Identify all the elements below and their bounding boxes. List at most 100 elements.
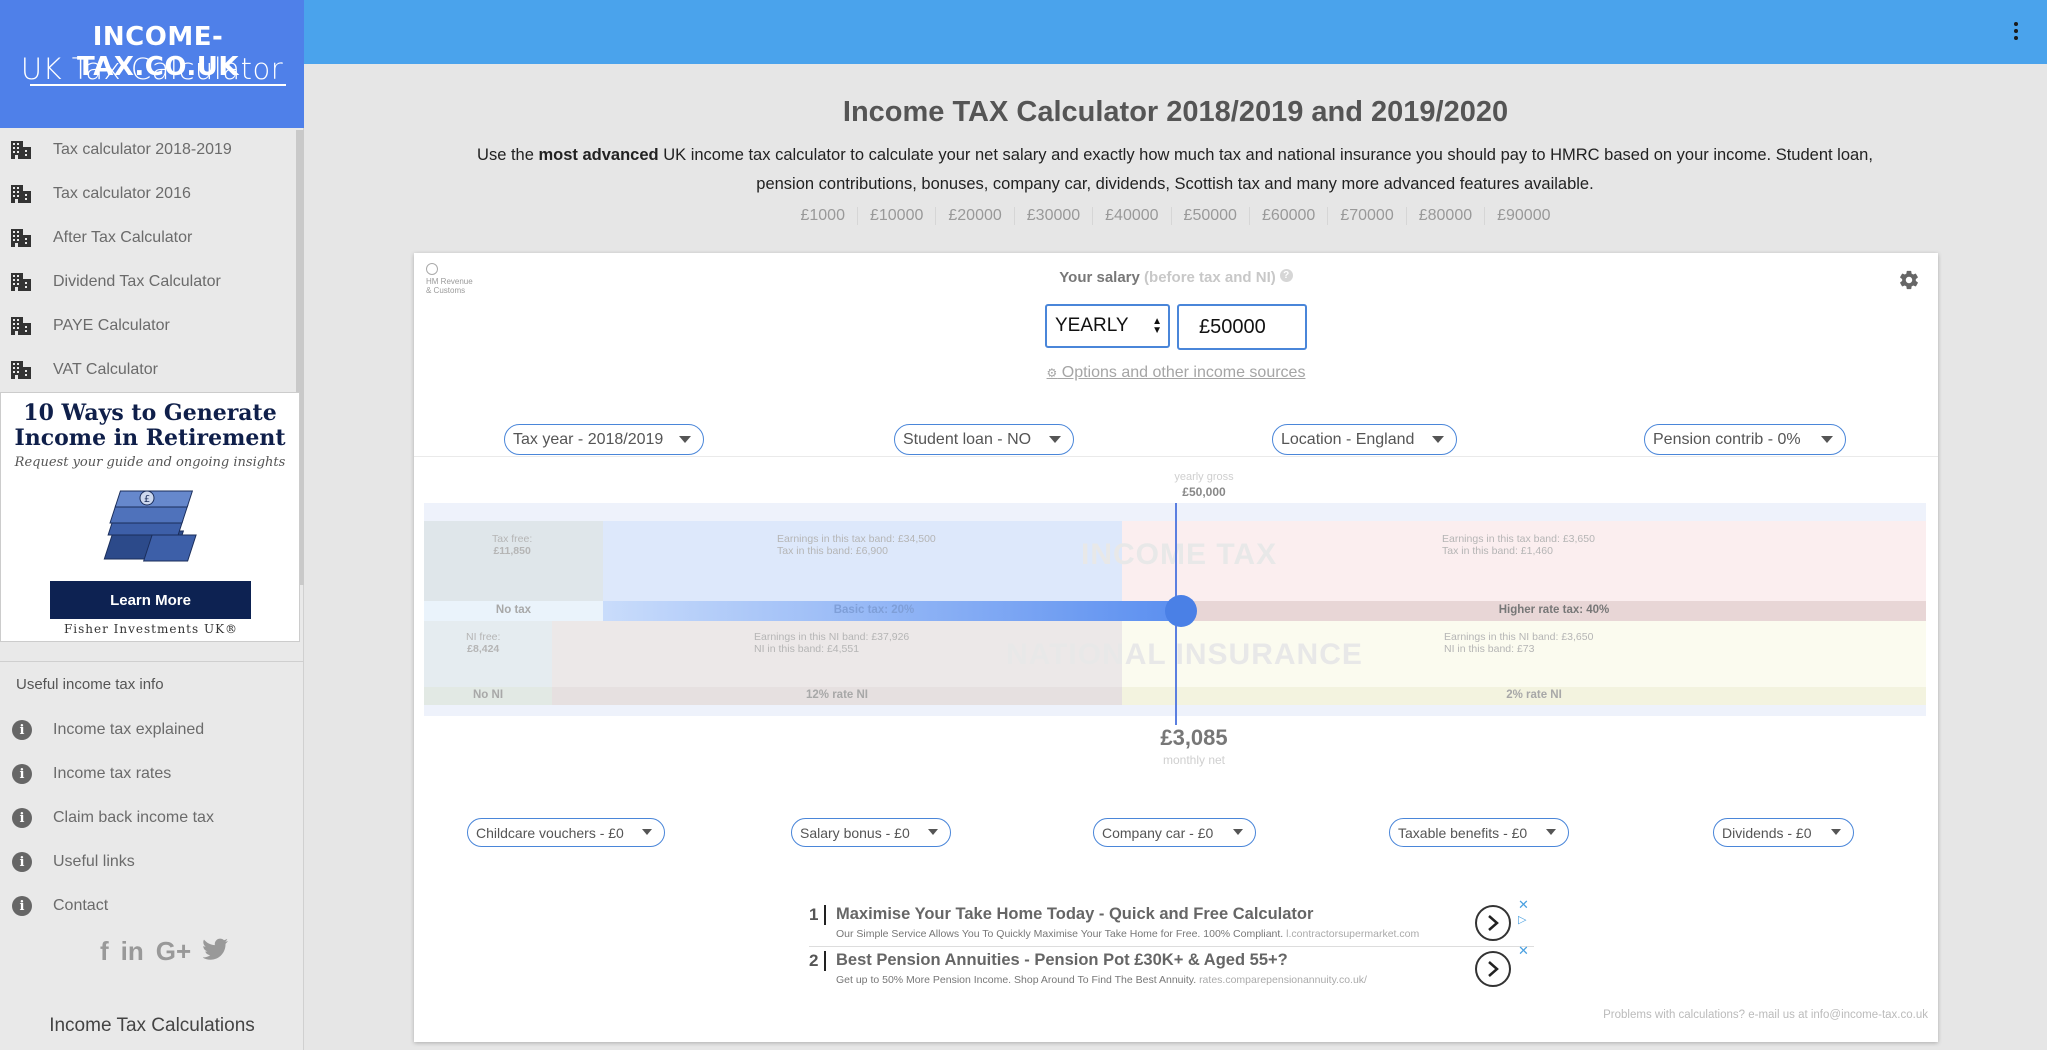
sidebar-item-after-tax[interactable]: After Tax Calculator [0,218,296,258]
chevron-right-icon[interactable] [1475,951,1511,987]
pension-dropdown[interactable]: Pension contrib - 0% [1644,424,1846,455]
text-ad[interactable]: 1 Maximise Your Take Home Today - Quick … [809,897,1534,945]
sidebar-item-vat[interactable]: VAT Calculator [0,350,296,390]
building-icon [10,184,32,204]
salary-label: Your salary (before tax and NI)? [414,269,1938,286]
info-item-label: Claim back income tax [53,809,214,826]
info-item-claim-back[interactable]: i Claim back income tax [0,798,296,838]
problems-note[interactable]: Problems with calculations? e-mail us at… [1603,1009,1928,1021]
chevron-down-icon [1831,829,1841,835]
salary-link[interactable]: £60000 [1248,207,1327,225]
info-item-label: Useful links [53,853,135,870]
linkedin-icon[interactable]: in [121,936,144,967]
building-icon [10,228,32,248]
ad-bar [824,951,826,971]
adchoices-icon[interactable]: ▷ [1518,913,1526,926]
salary-link[interactable]: £10000 [856,207,935,225]
national-insurance-watermark: NATIONAL INSURANCE [1006,638,1363,671]
salary-link[interactable]: £30000 [1013,207,1092,225]
chevron-down-icon [1049,436,1061,443]
info-icon: i [12,808,32,828]
brand-logo[interactable]: INCOME-TAX.CO.UK UK Tax Calculator [0,0,304,128]
sidebar-item-label: After Tax Calculator [53,229,193,246]
monthly-net-value: £3,085 [1160,725,1228,750]
salary-link[interactable]: £20000 [935,207,1013,225]
calculator-card: HM Revenue & Customs Your salary (before… [414,253,1938,1042]
sidebar-item-paye[interactable]: PAYE Calculator [0,306,296,346]
salary-bonus-dropdown[interactable]: Salary bonus - £0 [791,818,951,847]
help-icon[interactable]: ? [1279,269,1293,282]
dividends-dropdown[interactable]: Dividends - £0 [1713,818,1854,847]
info-item-label: Income tax rates [53,765,172,782]
income-tax-watermark: INCOME TAX [1081,538,1278,571]
location-dropdown[interactable]: Location - England [1272,424,1457,455]
tax-year-dropdown[interactable]: Tax year - 2018/2019 [504,424,704,455]
twitter-icon[interactable] [202,936,229,967]
learn-more-button[interactable]: Learn More [50,581,251,619]
gross-label: yearly gross [1174,471,1234,483]
ni-2-label: 2% rate NI [1506,689,1562,701]
salary-slider-handle[interactable] [1165,595,1197,627]
ni-12-label: 12% rate NI [805,689,868,701]
salary-link[interactable]: £50000 [1170,207,1249,225]
sidebar-item-label: Tax calculator 2018-2019 [53,141,232,158]
ad-subtitle: Request your guide and ongoing insights [14,455,286,470]
chevron-down-icon [679,436,691,443]
side-advert[interactable]: 10 Ways to Generate Income in Retirement… [0,392,300,642]
gross-value: £50,000 [1182,485,1226,499]
ad-number: 2 [809,951,819,970]
basic-tax-text: Earnings in this tax band: £34,500 Tax in… [777,533,936,557]
options-link[interactable]: ⚙ Options and other income sources [414,364,1938,382]
brand-bottom: UK Tax Calculator [20,52,284,86]
salary-link[interactable]: £70000 [1327,207,1405,225]
basic-tax-label: Basic tax: 20% [833,604,915,616]
chevron-right-icon[interactable] [1475,905,1511,941]
google-plus-icon[interactable]: G+ [156,936,191,967]
sidebar-item-tax-2016[interactable]: Tax calculator 2016 [0,174,296,214]
facebook-icon[interactable]: f [100,936,109,967]
building-icon [10,272,32,292]
cog-icon: ⚙ [1046,366,1058,380]
more-menu-icon[interactable] [2013,22,2019,42]
period-select[interactable]: YEARLY ▲ ▼ [1045,304,1170,348]
chevron-down-icon [1233,829,1243,835]
social-links: f in G+ [100,936,229,967]
taxable-benefits-dropdown[interactable]: Taxable benefits - £0 [1389,818,1569,847]
close-ad-icon[interactable]: ✕ [1518,897,1529,913]
student-loan-dropdown[interactable]: Student loan - NO [894,424,1074,455]
ad-divider [809,946,1534,947]
ni-free-text: NI free: £8,424 [466,631,501,655]
no-tax-label: No tax [495,604,532,616]
sidebar-item-tax-2018[interactable]: Tax calculator 2018-2019 [0,130,296,170]
close-ad-icon[interactable]: ✕ [1518,943,1529,959]
monthly-net-label: monthly net [1162,753,1226,767]
text-ad[interactable]: 2 Best Pension Annuities - Pension Pot £… [809,943,1534,991]
salary-link[interactable]: £40000 [1092,207,1170,225]
sidebar-item-label: Tax calculator 2016 [53,185,191,202]
info-item-explained[interactable]: i Income tax explained [0,710,296,750]
info-item-links[interactable]: i Useful links [0,842,296,882]
building-icon [10,316,32,336]
no-ni-label: No NI [472,689,504,701]
ad-headline[interactable]: Maximise Your Take Home Today - Quick an… [836,905,1313,924]
salary-link[interactable]: £90000 [1484,207,1562,225]
ad-title-line2: Income in Retirement [14,425,286,451]
chevron-down-icon [642,829,652,835]
chevron-down-icon [1432,436,1444,443]
sidebar-item-dividend[interactable]: Dividend Tax Calculator [0,262,296,302]
info-item-contact[interactable]: i Contact [0,886,296,926]
ad-headline[interactable]: Best Pension Annuities - Pension Pot £30… [836,951,1288,970]
salary-link[interactable]: £1000 [788,207,857,225]
company-car-dropdown[interactable]: Company car - £0 [1093,818,1256,847]
info-item-rates[interactable]: i Income tax rates [0,754,296,794]
select-arrows-icon: ▲ ▼ [1152,316,1162,336]
info-heading: Useful income tax info [16,676,164,693]
salary-link[interactable]: £80000 [1405,207,1484,225]
salary-quick-links: £1000 £10000 £20000 £30000 £40000 £50000… [304,207,2047,225]
salary-input[interactable]: £50000 [1177,304,1307,350]
sidebar: INCOME-TAX.CO.UK UK Tax Calculator Tax c… [0,0,304,1050]
higher-tax-text: Earnings in this tax band: £3,650 Tax in … [1442,533,1595,557]
sidebar-divider [0,661,304,662]
sidebar-item-label: VAT Calculator [53,361,158,378]
childcare-dropdown[interactable]: Childcare vouchers - £0 [467,818,665,847]
